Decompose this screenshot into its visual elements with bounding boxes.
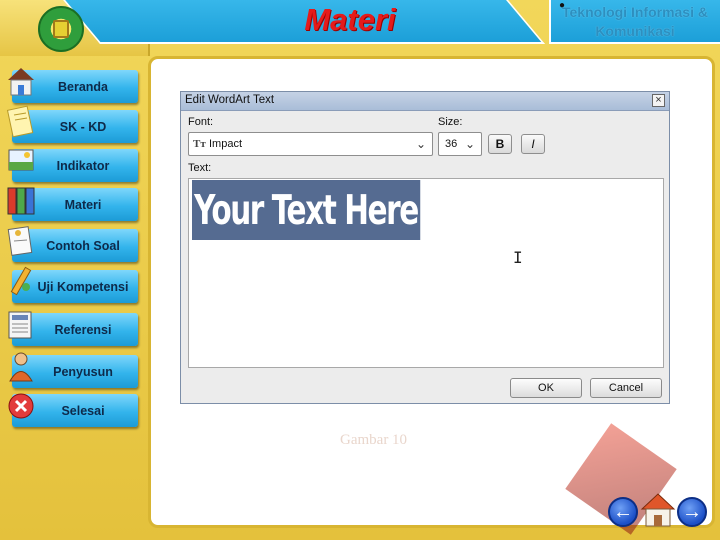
selected-text: Your Text Here: [192, 180, 420, 240]
font-dropdown[interactable]: Tт Impact ⌄: [188, 132, 433, 156]
text-cursor-icon: I: [513, 248, 523, 267]
sidebar-item-indikator[interactable]: Indikator: [8, 149, 138, 182]
cancel-button[interactable]: Cancel: [590, 378, 662, 398]
sidebar-item-contoh-soal[interactable]: Contoh Soal: [7, 226, 138, 262]
sidebar-item-label: Materi: [64, 197, 102, 212]
sidebar-item-selesai[interactable]: Selesai: [8, 393, 138, 427]
figure-caption: Gambar 10: [340, 432, 408, 448]
home-button[interactable]: [640, 492, 676, 528]
wordart-dialog: Edit WordArt Text × Font: Tт Impact ⌄ Si…: [180, 91, 670, 404]
document-icon: [6, 105, 34, 138]
size-label: Size:: [438, 116, 463, 128]
paper-icon: [7, 226, 33, 256]
picture-icon: [8, 149, 34, 171]
sidebar-item-label: Uji Kompetensi: [37, 279, 129, 294]
pencil-icon: [10, 266, 32, 296]
sidebar-item-beranda[interactable]: Beranda: [8, 68, 138, 103]
font-label: Font:: [188, 116, 214, 128]
text-label: Text:: [188, 162, 212, 174]
page-title: Materi: [304, 2, 396, 37]
sidebar-item-materi[interactable]: Materi: [7, 187, 138, 221]
person-icon: [9, 352, 33, 382]
size-dropdown[interactable]: 36 ⌄: [438, 132, 482, 156]
sidebar-item-label: Penyusun: [53, 364, 113, 379]
sidebar-item-label: Contoh Soal: [46, 238, 120, 253]
truetype-icon: Tт: [193, 138, 206, 150]
font-value: Impact: [209, 138, 243, 150]
back-button[interactable]: ←: [608, 497, 638, 527]
logo-emblem: [53, 20, 69, 38]
arrow-right-icon: →: [682, 501, 702, 523]
sidebar-item-referensi[interactable]: Referensi: [8, 311, 138, 346]
wordart-text-area[interactable]: Your Text Here: [188, 178, 664, 368]
subject-title: Teknologi Informasi & Komunikasi: [562, 4, 708, 39]
house-icon: [8, 68, 34, 96]
bold-button[interactable]: B: [488, 134, 512, 154]
sidebar-item-uji-kompetensi[interactable]: Uji Kompetensi: [10, 266, 138, 303]
sidebar-item-sk-kd[interactable]: SK - KD: [6, 105, 138, 143]
italic-button[interactable]: I: [521, 134, 545, 154]
dialog-titlebar: Edit WordArt Text ×: [181, 92, 669, 111]
sidebar-item-label: Indikator: [56, 158, 110, 173]
sidebar-item-label: Referensi: [54, 322, 112, 337]
dialog-title: Edit WordArt Text: [185, 94, 275, 106]
newspaper-icon: [8, 311, 32, 339]
sidebar-item-label: Beranda: [57, 79, 109, 94]
next-button[interactable]: →: [677, 497, 707, 527]
close-icon: [8, 393, 34, 419]
sidebar-item-label: Selesai: [61, 403, 105, 418]
size-value: 36: [445, 138, 458, 150]
arrow-left-icon: ←: [613, 501, 633, 523]
sidebar-item-penyusun[interactable]: Penyusun: [9, 352, 138, 388]
school-logo: [38, 6, 84, 52]
chevron-down-icon: ⌄: [464, 137, 475, 151]
chevron-down-icon: ⌄: [415, 137, 426, 151]
ok-button[interactable]: OK: [510, 378, 582, 398]
binders-icon: [7, 187, 35, 215]
close-icon[interactable]: ×: [652, 94, 665, 107]
sidebar-item-label: SK - KD: [59, 119, 107, 134]
